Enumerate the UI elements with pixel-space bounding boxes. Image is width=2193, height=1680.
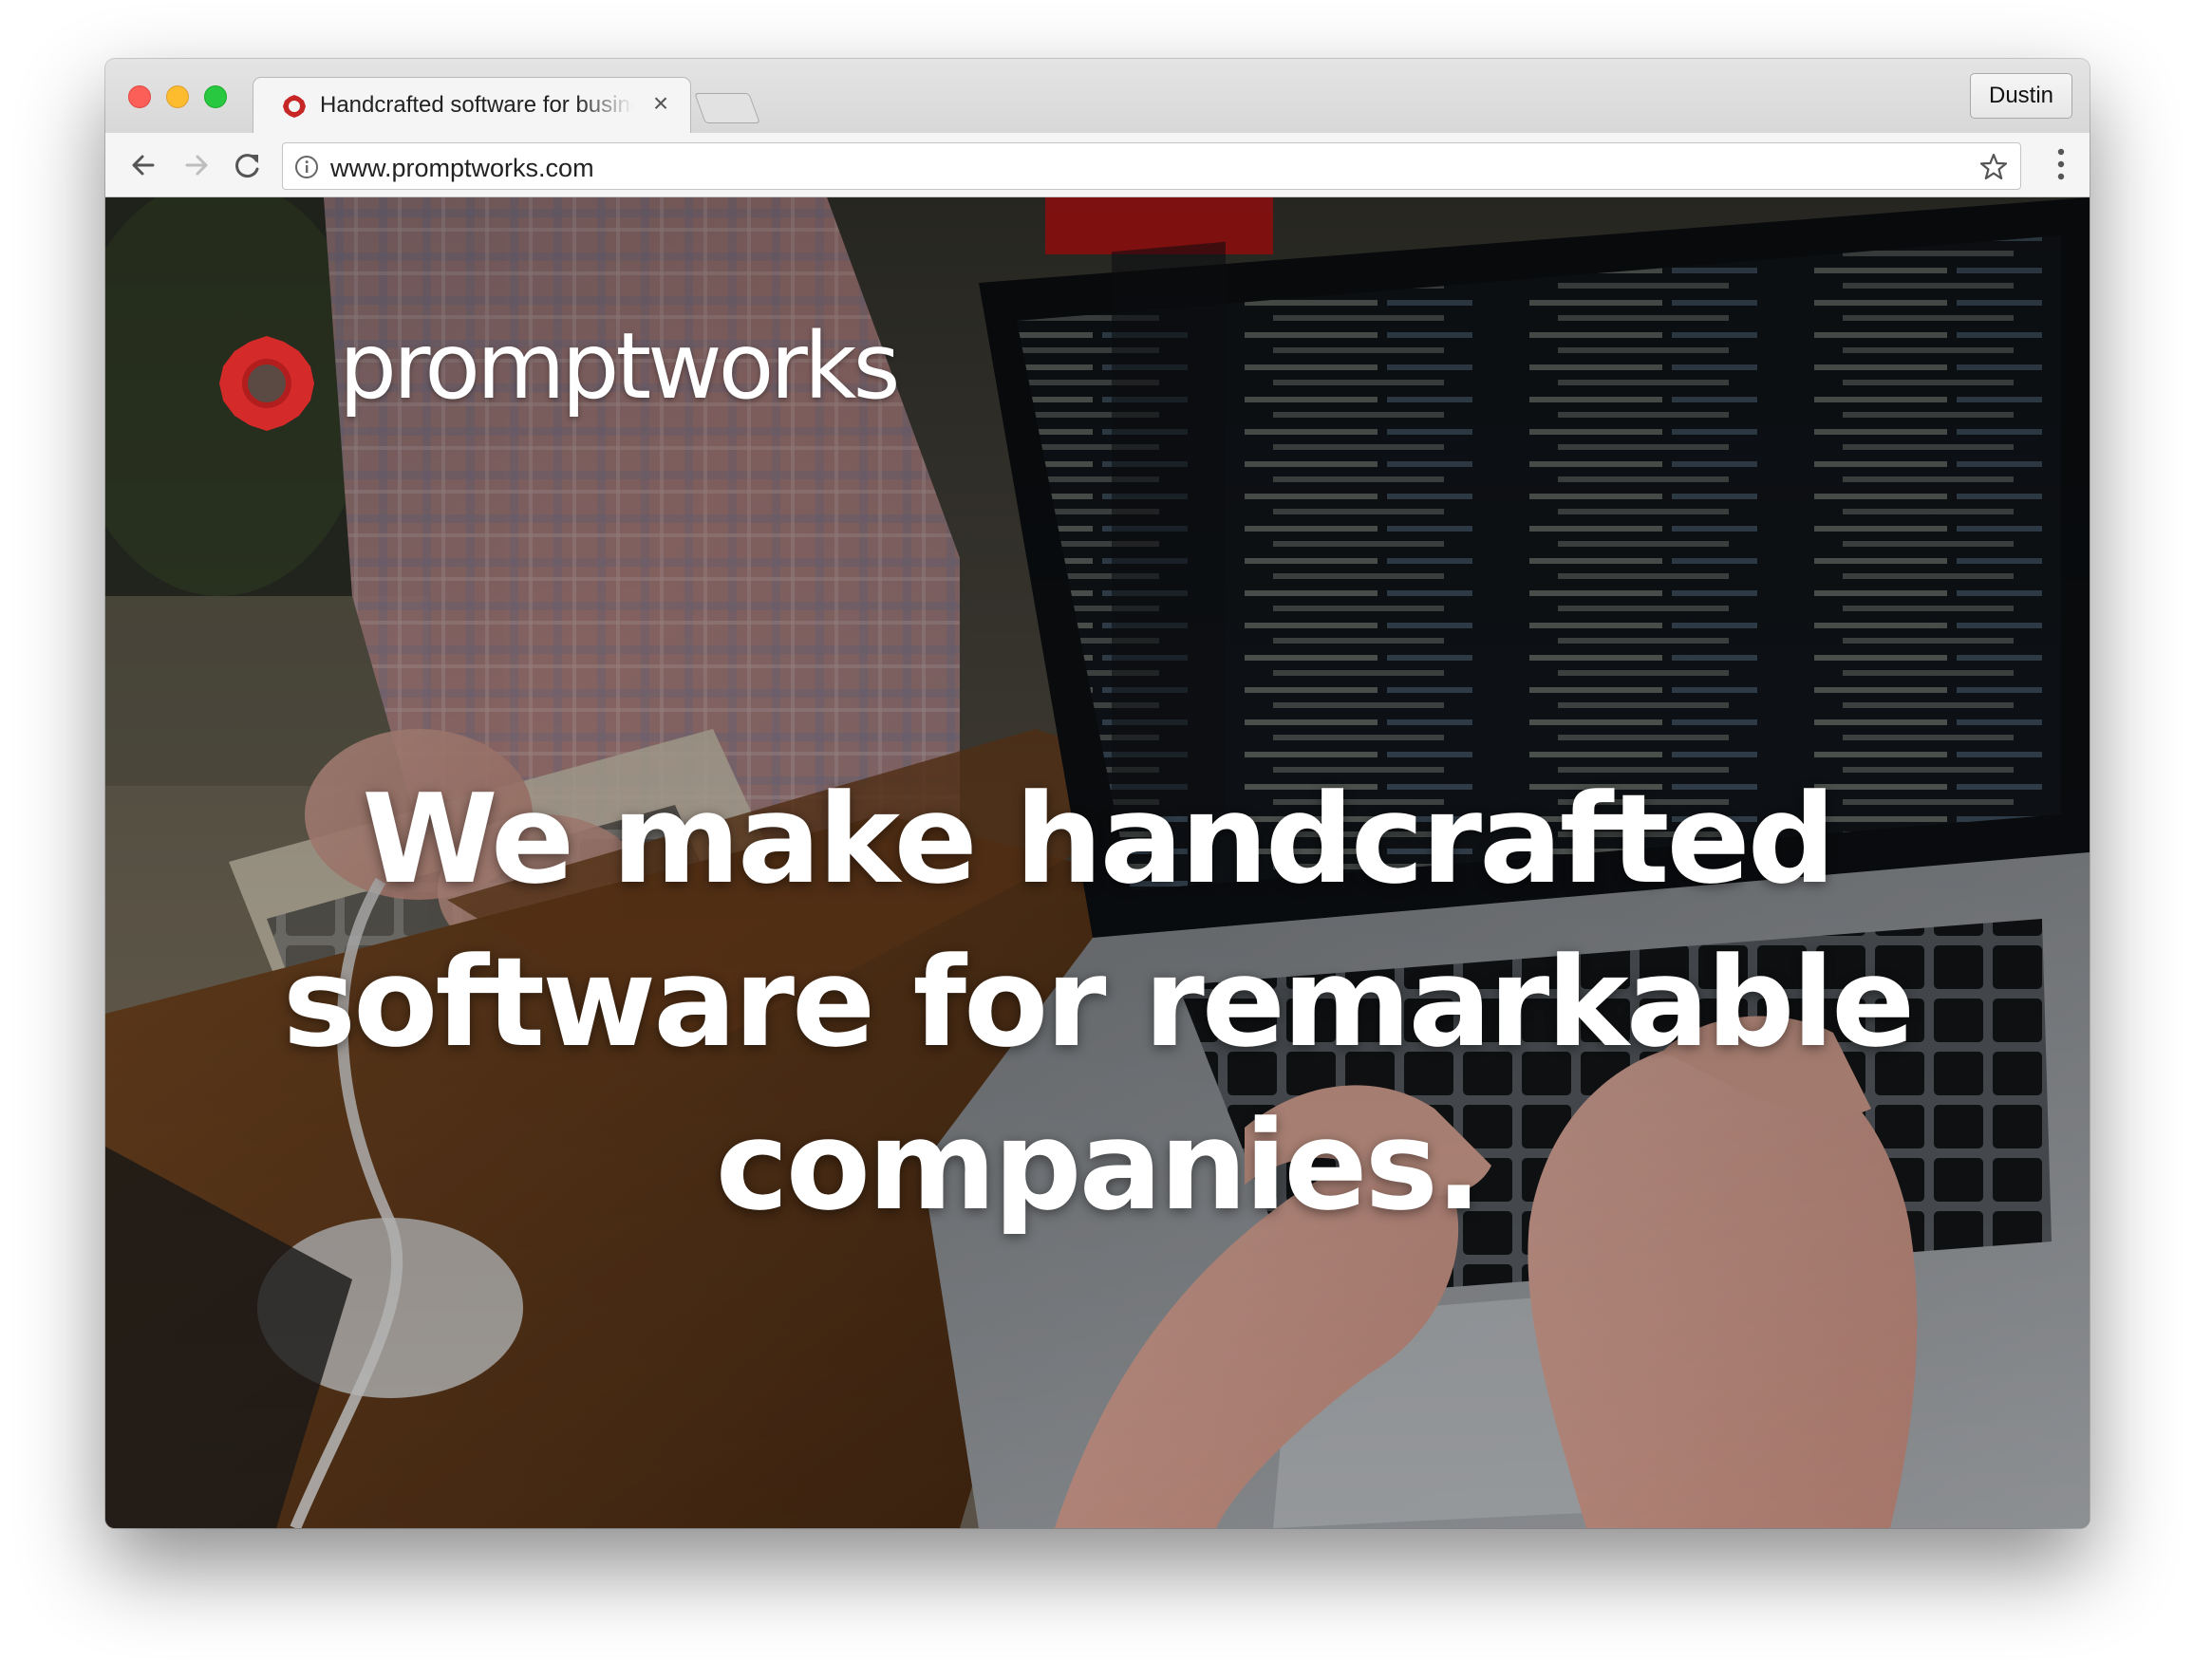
url-text[interactable]: www.promptworks.com bbox=[330, 154, 594, 183]
reload-button[interactable] bbox=[229, 146, 267, 184]
back-arrow-icon bbox=[132, 155, 155, 176]
page-viewport: promptworks We make handcrafted software… bbox=[105, 197, 2090, 1528]
window-zoom-button[interactable] bbox=[204, 85, 227, 108]
address-bar[interactable]: www.promptworks.com bbox=[282, 142, 2021, 190]
headline-line-1: We make handcrafted bbox=[362, 767, 1835, 911]
browser-window: Handcrafted software for business × Dust… bbox=[105, 59, 2090, 1528]
tab-strip: Handcrafted software for business × Dust… bbox=[105, 59, 2090, 135]
browser-toolbar: www.promptworks.com bbox=[105, 133, 2090, 197]
headline-line-3: companies. bbox=[715, 1093, 1483, 1238]
promptworks-gear-icon bbox=[219, 336, 314, 431]
tab-promptworks[interactable]: Handcrafted software for business × bbox=[253, 78, 690, 135]
hero-headline: We make handcrafted software for remarka… bbox=[105, 757, 2090, 1247]
promptworks-logo[interactable]: promptworks bbox=[217, 313, 901, 435]
back-button[interactable] bbox=[124, 146, 162, 184]
window-minimize-button[interactable] bbox=[166, 85, 189, 108]
window-close-button[interactable] bbox=[128, 85, 151, 108]
profile-button[interactable]: Dustin bbox=[1970, 73, 2072, 119]
tab-title: Handcrafted software for business bbox=[320, 92, 633, 118]
headline-line-2: software for remarkable bbox=[282, 930, 1916, 1074]
promptworks-gear-icon bbox=[283, 95, 306, 118]
tab-close-icon[interactable]: × bbox=[647, 88, 675, 118]
info-icon[interactable] bbox=[294, 155, 319, 179]
new-tab-button[interactable] bbox=[694, 93, 760, 123]
star-icon[interactable] bbox=[1978, 152, 2009, 182]
forward-arrow-icon bbox=[185, 155, 208, 176]
forward-button[interactable] bbox=[178, 146, 216, 184]
kebab-menu-icon[interactable] bbox=[2057, 148, 2065, 180]
logo-wordmark: promptworks bbox=[339, 313, 900, 420]
reload-icon bbox=[235, 154, 259, 178]
